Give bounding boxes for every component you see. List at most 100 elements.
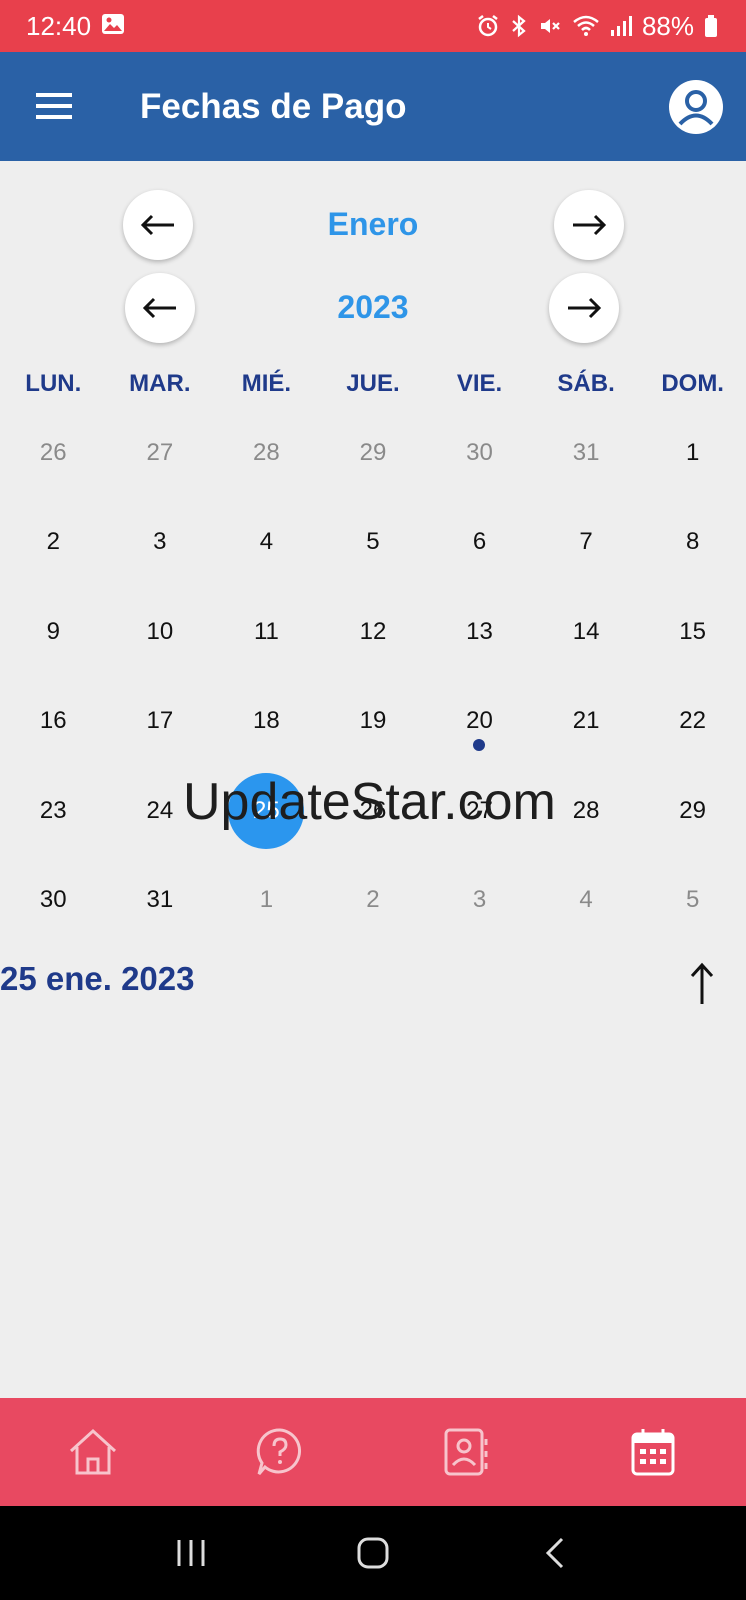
calendar-day[interactable]: 3 bbox=[426, 856, 533, 946]
calendar-day[interactable]: 30 bbox=[0, 856, 107, 946]
home-circle-icon bbox=[357, 1537, 389, 1569]
calendar-grid: 26 27 28 29 30 31 1 2 3 4 5 6 7 8 9 10 11 12 13 14 15 16 17 18 1… bbox=[0, 408, 746, 945]
calendar-day[interactable]: 11 bbox=[213, 587, 320, 677]
weekday-label: VIE. bbox=[456, 370, 503, 397]
calendar-day[interactable]: 29 bbox=[320, 408, 427, 498]
wifi-icon bbox=[572, 14, 600, 38]
weekday-label: MIÉ. bbox=[241, 370, 292, 397]
scroll-up-button[interactable] bbox=[684, 962, 720, 1006]
system-nav-bar bbox=[0, 1506, 746, 1600]
battery-icon bbox=[704, 14, 718, 38]
calendar-day[interactable]: 28 bbox=[213, 408, 320, 498]
app-bar: Fechas de Pago bbox=[0, 52, 746, 161]
calendar-day[interactable]: 16 bbox=[0, 677, 107, 767]
calendar-icon bbox=[631, 1429, 675, 1476]
calendar-day[interactable]: 5 bbox=[320, 498, 427, 588]
calendar-day[interactable]: 5 bbox=[639, 856, 746, 946]
calendar-day[interactable]: 4 bbox=[533, 856, 640, 946]
day-number: 24 bbox=[146, 796, 174, 824]
calendar-week-row: 26 27 28 29 30 31 1 bbox=[0, 408, 746, 498]
calendar-day[interactable]: 1 bbox=[213, 856, 320, 946]
calendar-day[interactable]: 23 bbox=[0, 766, 107, 856]
calendar-day[interactable]: 1 bbox=[639, 408, 746, 498]
tab-calendar[interactable] bbox=[560, 1398, 746, 1506]
day-number: 9 bbox=[46, 617, 60, 645]
year-label: 2023 bbox=[337, 289, 409, 325]
day-number: 4 bbox=[579, 886, 593, 914]
calendar-day[interactable]: 20 bbox=[426, 677, 533, 767]
day-number: 1 bbox=[685, 438, 700, 466]
day-number: 21 bbox=[572, 707, 600, 735]
calendar-day[interactable]: 31 bbox=[107, 856, 214, 946]
bluetooth-icon bbox=[510, 14, 528, 38]
calendar-day[interactable]: 27 bbox=[107, 408, 214, 498]
calendar-day[interactable]: 14 bbox=[533, 587, 640, 677]
signal-icon bbox=[610, 15, 632, 37]
calendar-day[interactable]: 6 bbox=[426, 498, 533, 588]
calendar-day[interactable]: 21 bbox=[533, 677, 640, 767]
day-number: 12 bbox=[359, 617, 387, 645]
weekday-label: LUN. bbox=[25, 370, 82, 397]
day-number: 10 bbox=[146, 617, 174, 645]
day-number: 3 bbox=[153, 528, 167, 556]
day-number: 2 bbox=[46, 528, 60, 556]
calendar-week-row: 9 10 11 12 13 14 15 bbox=[0, 587, 746, 677]
day-number: 31 bbox=[572, 438, 600, 466]
gallery-notification-icon bbox=[101, 11, 125, 42]
next-year-button[interactable] bbox=[549, 273, 619, 343]
tab-contacts[interactable] bbox=[373, 1398, 560, 1506]
calendar-day[interactable]: 15 bbox=[639, 587, 746, 677]
back-button[interactable] bbox=[525, 1523, 585, 1583]
calendar-day[interactable]: 12 bbox=[320, 587, 427, 677]
calendar-day[interactable]: 30 bbox=[426, 408, 533, 498]
tab-help[interactable] bbox=[187, 1398, 374, 1506]
calendar-day[interactable]: 31 bbox=[533, 408, 640, 498]
day-number: 2 bbox=[366, 886, 380, 914]
recent-apps-button[interactable] bbox=[161, 1523, 221, 1583]
calendar-day[interactable]: 17 bbox=[107, 677, 214, 767]
calendar-day[interactable]: 8 bbox=[639, 498, 746, 588]
status-right: 88% bbox=[476, 11, 718, 42]
day-number: 13 bbox=[466, 617, 493, 645]
weekday-label: SÁB. bbox=[557, 370, 615, 397]
day-number: 4 bbox=[259, 528, 274, 556]
arrow-right-icon bbox=[573, 214, 607, 236]
calendar-day[interactable]: 9 bbox=[0, 587, 107, 677]
day-number: 29 bbox=[679, 796, 706, 824]
calendar-day[interactable]: 2 bbox=[0, 498, 107, 588]
calendar-day[interactable]: 10 bbox=[107, 587, 214, 677]
calendar-day[interactable]: 7 bbox=[533, 498, 640, 588]
calendar-day[interactable]: 18 bbox=[213, 677, 320, 767]
calendar-day[interactable]: 29 bbox=[639, 766, 746, 856]
next-month-button[interactable] bbox=[554, 190, 624, 260]
day-number: 15 bbox=[679, 617, 706, 645]
calendar-day[interactable]: 19 bbox=[320, 677, 427, 767]
calendar-day[interactable]: 3 bbox=[107, 498, 214, 588]
calendar-week-row: 30 31 1 2 3 4 5 bbox=[0, 856, 746, 946]
help-icon bbox=[256, 1428, 301, 1475]
weekday-label: JUE. bbox=[346, 370, 400, 397]
day-number: 5 bbox=[366, 528, 380, 556]
alarm-icon bbox=[476, 14, 500, 38]
calendar-day[interactable]: 13 bbox=[426, 587, 533, 677]
calendar-day[interactable]: 22 bbox=[639, 677, 746, 767]
tab-home[interactable] bbox=[0, 1398, 187, 1506]
day-number: 19 bbox=[359, 707, 387, 735]
day-number: 16 bbox=[39, 707, 67, 735]
day-number: 18 bbox=[253, 707, 280, 735]
arrow-right-icon bbox=[568, 297, 602, 319]
day-number: 3 bbox=[472, 886, 487, 914]
menu-button[interactable] bbox=[30, 82, 78, 130]
profile-button[interactable] bbox=[668, 79, 724, 135]
selected-date-label: 25 ene. 2023 bbox=[0, 960, 195, 997]
account-icon bbox=[669, 80, 723, 134]
calendar-day[interactable]: 4 bbox=[213, 498, 320, 588]
status-left: 12:40 bbox=[26, 11, 125, 42]
bottom-nav bbox=[0, 1398, 746, 1506]
home-nav-button[interactable] bbox=[343, 1523, 403, 1583]
day-number: 8 bbox=[685, 528, 700, 556]
day-number: 26 bbox=[39, 438, 67, 466]
day-number: 11 bbox=[253, 617, 279, 645]
calendar-day[interactable]: 2 bbox=[320, 856, 427, 946]
calendar-day[interactable]: 26 bbox=[0, 408, 107, 498]
